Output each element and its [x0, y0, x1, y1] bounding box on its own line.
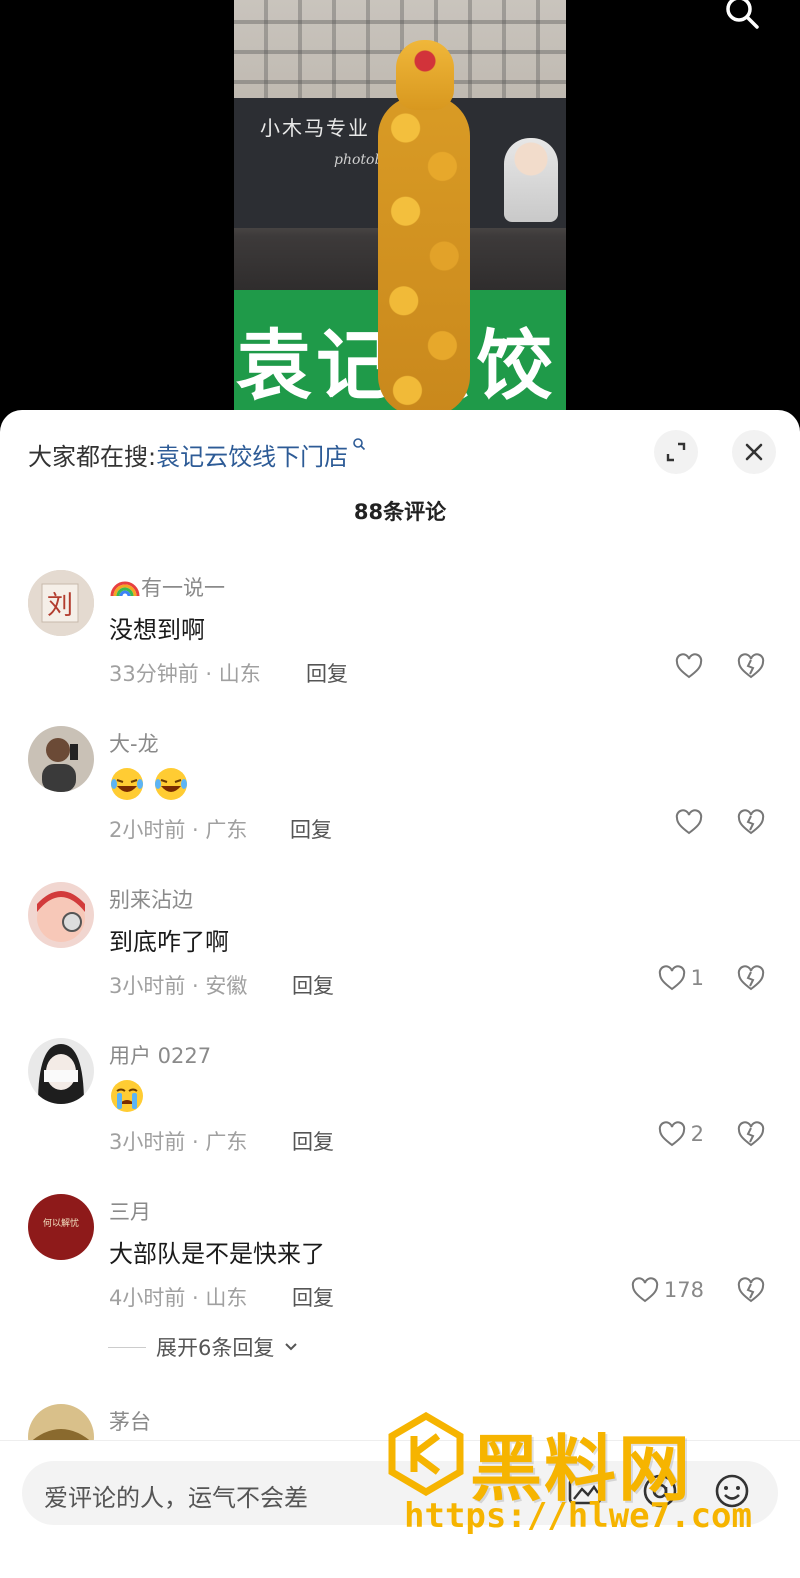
- heart-icon: [631, 1277, 659, 1303]
- laughing-tears-emoji: [111, 768, 187, 800]
- like-button[interactable]: 1: [657, 964, 704, 992]
- heart-icon: [675, 809, 703, 835]
- dislike-button[interactable]: [736, 964, 766, 996]
- dislike-button[interactable]: [736, 652, 766, 684]
- comment-item: 刘 有一说一 没想到啊 33分钟前 · 山东 回复: [0, 570, 800, 720]
- like-button[interactable]: [674, 808, 704, 836]
- close-icon: [745, 443, 763, 461]
- comment-text: 没想到啊: [109, 616, 205, 644]
- avatar[interactable]: [28, 882, 94, 948]
- close-button[interactable]: [732, 430, 776, 474]
- comment-text: [109, 1078, 145, 1120]
- dislike-button[interactable]: [736, 1276, 766, 1308]
- watermark: 黑料网 https://hlwe7.com: [386, 1412, 786, 1544]
- watermark-url: https://hlwe7.com: [404, 1496, 752, 1536]
- avatar[interactable]: [28, 1038, 94, 1104]
- comment-text: [109, 766, 193, 808]
- expand-replies-button[interactable]: 展开6条回复: [108, 1332, 298, 1362]
- username[interactable]: 茅台: [109, 1406, 151, 1436]
- broken-heart-icon: [737, 1121, 765, 1147]
- rainbow-icon: [110, 581, 140, 597]
- like-button[interactable]: [674, 652, 704, 680]
- username[interactable]: 别来沾边: [109, 884, 193, 914]
- shop-sign-text: 小木马专业: [260, 116, 370, 140]
- like-count: 2: [690, 1122, 704, 1146]
- comment-item: 别来沾边 到底咋了啊 3小时前 · 安徽 回复 1: [0, 882, 800, 1032]
- username[interactable]: 三月: [109, 1196, 151, 1226]
- divider: [108, 1346, 146, 1348]
- broken-heart-icon: [737, 1277, 765, 1303]
- dislike-button[interactable]: [736, 808, 766, 840]
- comment-meta: 3小时前 · 安徽: [109, 974, 248, 998]
- broken-heart-icon: [737, 653, 765, 679]
- comment-meta: 33分钟前 · 山东: [109, 662, 261, 686]
- comment-text: 到底咋了啊: [109, 928, 229, 956]
- avatar-text: 刘: [47, 591, 73, 621]
- like-button[interactable]: 178: [630, 1276, 704, 1304]
- comment-sheet: 大家都在搜: 袁记云饺线下门店 88条评论 刘 有一说一 没想到啊 33分钟前 …: [0, 410, 800, 1578]
- avatar[interactable]: 何以解忧: [28, 1194, 94, 1260]
- heart-icon: [658, 965, 685, 991]
- expand-replies-label: 展开6条回复: [156, 1336, 275, 1360]
- broken-heart-icon: [737, 965, 765, 991]
- chevron-down-icon: [285, 1343, 298, 1351]
- trending-search: 大家都在搜: 袁记云饺线下门店: [28, 434, 366, 474]
- expand-icon: [666, 442, 686, 462]
- username[interactable]: 有一说一: [109, 572, 225, 602]
- username[interactable]: 用户 0227: [109, 1040, 211, 1070]
- username[interactable]: 大-龙: [109, 728, 159, 758]
- like-button[interactable]: 2: [657, 1120, 704, 1148]
- sign-portrait: [504, 138, 558, 222]
- comment-meta: 3小时前 · 广东: [109, 1130, 248, 1154]
- lion-dance-figure: [372, 40, 476, 430]
- fullscreen-button[interactable]: [654, 430, 698, 474]
- broken-heart-icon: [737, 809, 765, 835]
- comment-meta: 4小时前 · 山东: [109, 1286, 248, 1310]
- watermark-logo-icon: [388, 1412, 464, 1496]
- trending-prefix: 大家都在搜:: [28, 442, 157, 471]
- like-count: 1: [690, 966, 704, 990]
- avatar-text: 何以解忧: [43, 1217, 79, 1229]
- search-small-icon: [352, 437, 366, 455]
- heart-icon: [675, 653, 703, 679]
- video-player[interactable]: 小木马专业 photoby 袁记云饺: [0, 0, 800, 430]
- comment-text: 大部队是不是快来了: [109, 1240, 325, 1268]
- search-icon[interactable]: [722, 0, 762, 32]
- comment-meta: 2小时前 · 广东: [109, 818, 248, 842]
- dislike-button[interactable]: [736, 1120, 766, 1152]
- reply-button[interactable]: 回复: [292, 1282, 334, 1312]
- comment-input-placeholder: 爱评论的人，运气不会差: [44, 1484, 308, 1512]
- reply-button[interactable]: 回复: [292, 970, 334, 1000]
- like-count: 178: [663, 1278, 704, 1302]
- crying-emoji: [111, 1080, 143, 1112]
- comment-count: 88条评论: [353, 500, 447, 524]
- reply-button[interactable]: 回复: [290, 814, 332, 844]
- heart-icon: [658, 1121, 685, 1147]
- trending-query-link[interactable]: 袁记云饺线下门店: [156, 437, 348, 472]
- reply-button[interactable]: 回复: [292, 1126, 334, 1156]
- avatar[interactable]: 刘: [28, 570, 94, 636]
- avatar[interactable]: [28, 726, 94, 792]
- comment-item: 大-龙 2小时前 · 广东 回复: [0, 726, 800, 876]
- comment-item: 用户 0227 3小时前 · 广东 回复 2: [0, 1038, 800, 1188]
- comment-item: 何以解忧 三月 大部队是不是快来了 4小时前 · 山东 回复 178: [0, 1194, 800, 1344]
- reply-button[interactable]: 回复: [306, 658, 348, 688]
